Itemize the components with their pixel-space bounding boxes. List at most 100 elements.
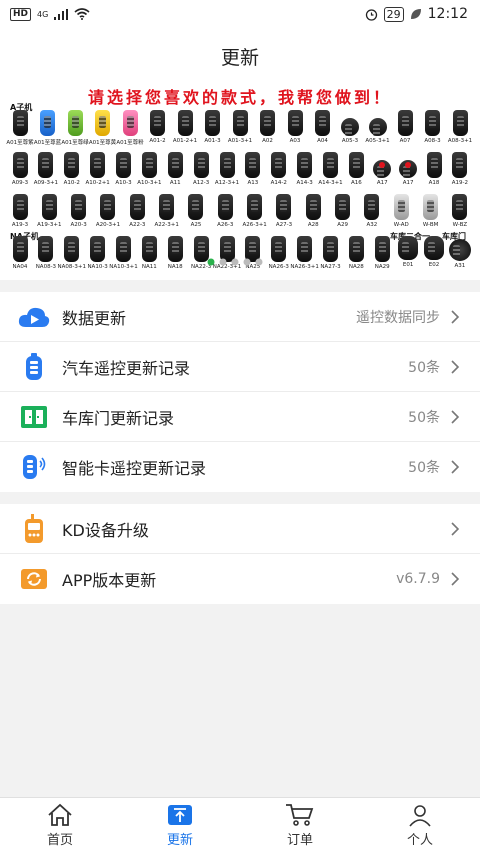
key-fob-icon (141, 236, 157, 262)
chevron-right-icon (451, 572, 460, 586)
key-fob-icon (397, 110, 413, 136)
key-fob-item: A16 (344, 152, 368, 186)
row-garage-door-records[interactable]: 车库门更新记录 50条 (0, 392, 480, 442)
key-fob-item: NA27-3 (319, 236, 343, 270)
key-fob-item: A01-3 (201, 110, 225, 146)
key-fob-icon (335, 194, 351, 220)
key-fob-icon (448, 239, 471, 261)
key-fob-item: NA28 (344, 236, 368, 270)
key-fob-label: A12-3+1 (214, 180, 240, 186)
key-fob-label: A14-3+1 (318, 180, 343, 186)
key-fob-icon (12, 194, 28, 220)
key-fob-icon (38, 236, 54, 262)
key-fob-item: A05-3 (338, 110, 362, 146)
key-fob-item: A14-3+1 (318, 152, 343, 186)
row-smart-key-records[interactable]: 智能卡遥控更新记录 50条 (0, 442, 480, 492)
divider-gap (0, 492, 480, 504)
key-fob-icon (398, 236, 419, 260)
banner-pager[interactable] (207, 258, 267, 266)
status-right: 29 12:12 (365, 6, 468, 22)
nav-orders[interactable]: 订单 (240, 798, 360, 853)
key-fob-item: A27-3 (272, 194, 296, 228)
key-fob-label: A26-3+1 (242, 222, 267, 228)
key-fob-icon (12, 110, 28, 136)
key-fob-item: A09-3 (8, 152, 32, 186)
nav-update[interactable]: 更新 (120, 798, 240, 853)
key-fob-icon (364, 194, 380, 220)
key-fob-icon (188, 194, 204, 220)
key-fob-item: A08-3+1 (448, 110, 472, 146)
key-fob-item: A19-2 (448, 152, 472, 186)
key-fob-item: A32 (360, 194, 384, 228)
key-fob-item: E01 (396, 236, 420, 270)
key-fob-icon (64, 236, 80, 262)
key-fob-item: NA18 (163, 236, 187, 270)
key-fob-icon (67, 110, 83, 136)
key-fob-icon (368, 118, 387, 136)
key-fob-icon (95, 110, 110, 136)
key-fob-label: A12-3 (193, 180, 210, 186)
key-fob-label: A10-2+1 (85, 180, 110, 186)
chevron-right-icon (451, 460, 460, 474)
wifi-icon (74, 8, 90, 20)
key-fob-item: E02 (422, 236, 446, 270)
key-fob-item: A01至尊绿 (61, 110, 89, 146)
key-fob-icon (323, 152, 338, 178)
key-fob-item: A25 (184, 194, 208, 228)
key-fob-icon (12, 236, 28, 262)
key-fob-icon (71, 194, 87, 220)
key-fob-item: A05-3+1 (365, 110, 390, 146)
key-fob-label: NA18 (167, 264, 183, 270)
key-fob-label: A20-3+1 (95, 222, 121, 228)
key-fob-item: A17 (370, 152, 394, 186)
alarm-icon (365, 8, 377, 21)
key-fob-icon (122, 110, 138, 136)
key-fob-icon (374, 236, 390, 262)
row-app-version-update[interactable]: APP版本更新 v6.7.9 (0, 554, 480, 604)
chevron-right-icon (451, 309, 460, 324)
key-fob-icon (232, 110, 248, 136)
leaf-icon (410, 9, 421, 19)
row-kd-device-upgrade[interactable]: KD设备升级 (0, 504, 480, 554)
app-refresh-icon (18, 563, 50, 595)
key-fob-label: A19-3 (11, 222, 29, 228)
key-fob-item: A11 (163, 152, 187, 186)
key-row-1: A01至尊紫 A01至尊蓝 A01至尊绿 A01至尊黄 A01至尊粉 A01-2 A01-2… (6, 110, 472, 146)
key-fob-icon (247, 194, 263, 220)
key-fob-label: W-BZ (452, 222, 468, 228)
key-fob-item: A01至尊蓝 (34, 110, 61, 146)
key-fob-icon (193, 152, 209, 178)
nav-label: 首页 (46, 833, 73, 848)
key-fob-item: W-AD (389, 194, 413, 228)
key-fob-label: NA11 (141, 264, 157, 270)
key-fob-icon (297, 236, 313, 262)
row-value: 遥控数据同步 (356, 309, 440, 326)
key-fob-item: W-BZ (448, 194, 472, 228)
key-fob-label: A17 (402, 180, 414, 186)
key-fob-label: A04 (317, 138, 328, 144)
key-fob-item: A14-3 (293, 152, 317, 186)
key-fob-item: A10-3+1 (137, 152, 162, 186)
product-banner[interactable]: 请选择您喜欢的款式，我帮您做到！ A子机 NA子机 车库二合一 车库门 A01至… (0, 84, 480, 280)
key-fob-item: A10-3 (112, 152, 136, 186)
row-data-update[interactable]: 数据更新 遥控数据同步 (0, 292, 480, 342)
key-fob-label: A13 (247, 180, 259, 186)
row-car-remote-records[interactable]: 汽车遥控更新记录 50条 (0, 342, 480, 392)
key-fob-label: NA26-3+1 (290, 264, 319, 270)
nav-home[interactable]: 首页 (0, 798, 120, 853)
key-fob-icon (116, 152, 131, 178)
key-fob-label: A19-2 (451, 180, 468, 186)
key-fob-item: A29 (331, 194, 355, 228)
chevron-right-icon (451, 521, 460, 536)
key-fob-icon (177, 110, 193, 136)
key-fob-label: A28 (307, 222, 319, 228)
key-fob-icon (38, 152, 54, 178)
chevron-right-icon (451, 359, 460, 374)
key-fob-item: NA29 (370, 236, 394, 270)
key-fob-item: A01至尊粉 (116, 110, 144, 146)
row-label: 智能卡遥控更新记录 (62, 459, 207, 478)
key-fob-icon (315, 110, 330, 136)
key-fob-label: A25 (190, 222, 202, 228)
key-fob-label: E01 (402, 262, 414, 268)
nav-profile[interactable]: 个人 (360, 798, 480, 853)
